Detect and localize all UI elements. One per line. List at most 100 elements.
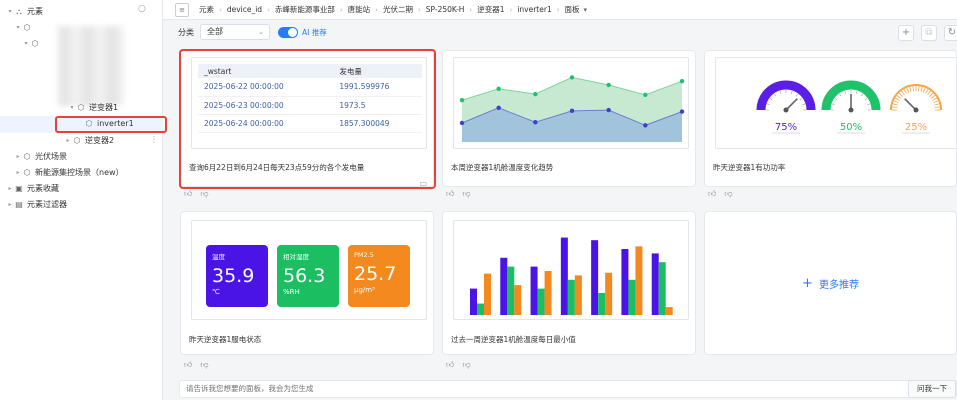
breadcrumb-item[interactable]: inverter1 — [517, 5, 551, 14]
gauge-group: 75% 50% 25% — [756, 80, 942, 134]
tree-item-pv-scene[interactable]: ▸ ⬡ 光伏场景 — [14, 149, 67, 165]
more-options-icon[interactable]: ⋮ — [150, 135, 158, 144]
ask-input[interactable] — [186, 384, 886, 393]
tree-root-element[interactable]: ▾ ⛬ 元素 — [6, 4, 43, 20]
gauge-preview: 75% 50% 25% — [715, 57, 956, 149]
tree-item-subgroup[interactable]: ▾ ⬡ — [22, 36, 43, 52]
bar-chart — [470, 237, 673, 315]
gauge-tick — [766, 103, 770, 106]
thumbs-up-icon[interactable]: 👍︎ — [184, 189, 192, 198]
breadcrumb-item[interactable]: 元素 — [199, 4, 214, 15]
tree-item-filters[interactable]: ▸ ▤ 元素过滤器 — [6, 197, 67, 213]
gauge-tick — [934, 106, 940, 108]
sidebar-toggle-button[interactable]: ≡ — [175, 2, 189, 17]
data-point — [496, 86, 501, 91]
gauge-card[interactable]: 75% 50% 25% 昨天逆变器1有功功率 — [704, 50, 957, 187]
tile-unit: ℃ — [212, 288, 220, 296]
tree-item-label: 元素收藏 — [27, 184, 59, 193]
chevron-right-icon[interactable]: ▸ — [64, 133, 72, 149]
chevron-down-icon[interactable]: ▾ — [22, 36, 30, 52]
table-cell: 1973.5 — [333, 96, 422, 115]
area-chart-card[interactable]: 本周逆变器1机舱温度变化趋势 — [442, 50, 696, 187]
bar — [470, 288, 477, 315]
gauge-tick — [933, 100, 939, 104]
gauge-tick — [855, 90, 858, 94]
breadcrumb-item[interactable]: device_id — [227, 5, 262, 14]
thumbs-down-icon[interactable]: 👎︎ — [462, 360, 470, 369]
chevron-down-icon[interactable]: ▾ — [584, 6, 588, 14]
bar — [635, 246, 643, 315]
table-row: 2025-06-24 00:00:00 1857.300049 — [198, 114, 422, 133]
add-button[interactable]: + — [898, 25, 914, 41]
bar-chart-card[interactable]: 过去一周逆变器1机舱温度每日最小值 — [442, 211, 696, 355]
bar — [621, 249, 629, 315]
thumbs-down-icon[interactable]: 👎︎ — [200, 189, 208, 198]
ask-button[interactable]: 问我一下 — [908, 380, 956, 398]
bookmark-icon[interactable]: ▭ — [419, 179, 427, 186]
table-header-cell: 发电量 — [333, 64, 422, 78]
gauge-tick — [769, 98, 773, 101]
breadcrumb-item[interactable]: 赤峰新能源事业部 — [275, 4, 335, 15]
breadcrumb-item[interactable]: 光伏二期 — [383, 4, 413, 15]
thumbs-down-icon[interactable]: 👎︎ — [462, 189, 470, 198]
app-window: ▾ ⛬ 元素 ○ ▾ ⬡ ▾ ⬡ ▾ ⬡ 逆变器1 ⬡ inverter1 ▸ … — [0, 0, 957, 400]
bar — [658, 262, 666, 315]
data-point — [569, 75, 575, 80]
gauge-hub — [913, 107, 919, 113]
thumbs-up-icon[interactable]: 👍︎ — [446, 189, 454, 198]
tree-item-new-energy-scene[interactable]: ▸ ⬡ 新能源集控场景（new） — [14, 165, 123, 181]
gauge-hub — [783, 107, 789, 113]
thumbs-up-icon[interactable]: 👍︎ — [446, 360, 454, 369]
copy-button[interactable]: ⧉ — [921, 25, 937, 41]
card-title: 昨天逆变器1服电状态 — [189, 335, 262, 344]
tree-item-inverter2[interactable]: ▸ ⬡ 逆变器2 — [64, 133, 114, 149]
refresh-button[interactable]: ↻ — [944, 25, 957, 41]
ai-recommend-toggle[interactable] — [278, 26, 298, 38]
thumbs-down-icon[interactable]: 👎︎ — [200, 360, 208, 369]
feedback-icons: 👍︎ 👎︎ — [446, 360, 479, 370]
cube-icon: ⬡ — [23, 168, 31, 177]
cube-icon: ⬡ — [77, 103, 85, 112]
ask-bar: 问我一下 — [179, 380, 957, 398]
breadcrumb-separator: › — [219, 5, 222, 14]
status-tiles-card[interactable]: 温度 35.9 ℃ 相对湿度 56.3 %RH PM2.5 25.7 μg/m³ 昨天逆变器1服… — [180, 211, 434, 355]
chevron-right-icon[interactable]: ▸ — [6, 181, 14, 197]
thumbs-up-icon[interactable]: 👍︎ — [708, 189, 716, 198]
chevron-down-icon[interactable]: ▾ — [68, 102, 76, 114]
bar — [605, 272, 613, 315]
bar — [514, 285, 522, 315]
gauge: 25% — [890, 84, 942, 134]
chevron-right-icon[interactable]: ▸ — [14, 149, 22, 165]
breadcrumb-item[interactable]: 面板 — [565, 4, 580, 15]
cube-icon: ⬡ — [31, 39, 39, 48]
category-select[interactable]: 全部 ⌄ — [200, 24, 270, 40]
tree-item-label: 光伏场景 — [35, 152, 67, 161]
chevron-down-icon[interactable]: ▾ — [6, 4, 14, 20]
more-recommendations-card[interactable]: + 更多推荐 — [704, 211, 957, 355]
thumbs-down-icon[interactable]: 👎︎ — [724, 189, 732, 198]
table-cell: 1991.599976 — [333, 78, 422, 97]
tree-item-group[interactable]: ▾ ⬡ — [14, 20, 35, 36]
gauge-tick — [925, 89, 929, 94]
gauge-tick — [927, 90, 931, 96]
gauge-tick — [892, 103, 898, 106]
cube-icon: ⬡ — [23, 23, 31, 32]
chevron-down-icon[interactable]: ▾ — [14, 20, 22, 36]
tree-item-favorites[interactable]: ▸ ▣ 元素收藏 — [6, 181, 59, 197]
more-recommendations-button[interactable]: + 更多推荐 — [705, 212, 956, 354]
chevron-right-icon[interactable]: ▸ — [14, 165, 22, 181]
breadcrumb-item[interactable]: 逆变器1 — [477, 4, 504, 15]
bar — [560, 237, 568, 315]
chevron-right-icon[interactable]: ▸ — [6, 197, 14, 213]
table-card[interactable]: _wstart 发电量 2025-06-22 00:00:00 1991.5999… — [180, 50, 434, 187]
bar — [628, 279, 636, 315]
breadcrumb-item[interactable]: SP-250K-H — [426, 5, 465, 14]
data-point — [459, 98, 465, 103]
gauge-tick — [774, 93, 777, 97]
breadcrumb-bar: ≡ 元素 › device_id › 赤峰新能源事业部 › 唐能站 › 光伏二期 › SP-250K… — [163, 0, 957, 20]
breadcrumb-item[interactable]: 唐能站 — [348, 4, 371, 15]
gauge-tick — [903, 89, 907, 94]
search-icon[interactable]: ○ — [138, 4, 146, 14]
tree-item-inverter-group[interactable]: ▾ ⬡ 逆变器1 — [68, 102, 118, 114]
thumbs-up-icon[interactable]: 👍︎ — [184, 360, 192, 369]
